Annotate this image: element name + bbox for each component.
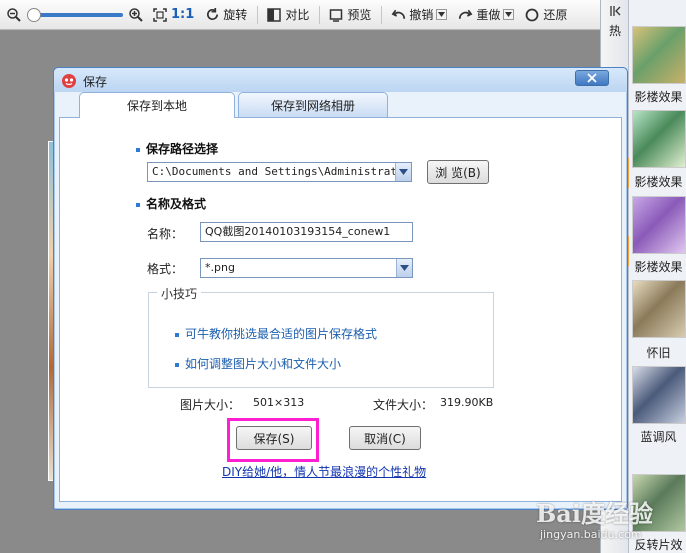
chevron-down-icon[interactable] (395, 163, 411, 181)
zoom-control: 1:1 (6, 7, 204, 23)
dialog-title: 保存 (83, 75, 108, 89)
effect-label: 影楼效果 (634, 175, 683, 189)
effect-thumbnail[interactable] (632, 366, 686, 424)
format-label: 格式： (147, 262, 184, 276)
file-size-label: 文件大小： (373, 398, 434, 412)
preview-icon (328, 7, 344, 23)
preview-label: 预览 (347, 8, 372, 22)
top-toolbar: 1:1 旋转 对比 预览 撤销 重做 还原 (0, 0, 600, 30)
save-dialog: 保存 保存到本地 保存到网络相册 保存路径选择 C:\Documents and… (53, 67, 628, 510)
redo-label: 重做 (476, 8, 501, 22)
name-label: 名称： (147, 227, 184, 241)
effect-label: 蓝调风 (640, 430, 677, 444)
effect-thumbnail[interactable] (632, 196, 686, 254)
format-select[interactable]: *.png (200, 258, 413, 278)
close-button[interactable] (575, 70, 609, 86)
compare-label: 对比 (285, 8, 310, 22)
save-path-combo[interactable]: C:\Documents and Settings\Administrator\… (147, 162, 412, 182)
undo-dropdown-icon[interactable] (436, 9, 448, 20)
restore-button[interactable]: 还原 (524, 6, 567, 23)
tab-hot[interactable]: 热 (601, 22, 629, 39)
redo-button[interactable]: 重做 (457, 6, 515, 23)
file-name-input[interactable]: QQ截图20140103193154_conew1 (200, 222, 413, 242)
rotate-label: 旋转 (223, 8, 248, 22)
dialog-title-bar[interactable]: 保存 (54, 68, 627, 92)
chevron-down-icon[interactable] (396, 259, 412, 277)
save-button-highlight (227, 418, 319, 462)
image-size-label: 图片大小： (180, 398, 241, 412)
promo-link[interactable]: DIY给她/他，情人节最浪漫的个性礼物 (222, 463, 426, 480)
image-size-value: 501×313 (253, 396, 305, 409)
restore-icon (524, 7, 540, 23)
undo-button[interactable]: 撤销 (390, 6, 448, 23)
tips-title: 小技巧 (157, 285, 202, 302)
compare-icon (266, 7, 282, 23)
close-icon (587, 73, 597, 83)
save-path-value: C:\Documents and Settings\Administrator\… (152, 165, 412, 178)
baidu-watermark-url: jingyan.baidu.com (540, 528, 642, 541)
redo-dropdown-icon[interactable] (503, 9, 515, 20)
cancel-button[interactable]: 取消(C) (349, 426, 421, 450)
toolbar-divider (381, 5, 383, 24)
actual-size-button[interactable]: 1:1 (171, 7, 194, 22)
collapse-panel-icon[interactable] (608, 4, 622, 18)
zoom-slider[interactable] (27, 7, 123, 22)
tab-save-local[interactable]: 保存到本地 (79, 92, 235, 118)
name-section-title: 名称及格式 (136, 195, 206, 212)
compare-button[interactable]: 对比 (266, 6, 309, 23)
rotate-icon (204, 7, 220, 23)
effect-label: 影楼效果 (634, 90, 683, 104)
undo-icon (390, 7, 406, 23)
restore-label: 还原 (543, 8, 568, 22)
preview-button[interactable]: 预览 (328, 6, 371, 23)
effect-label: 怀旧 (646, 346, 671, 360)
rotate-button[interactable]: 旋转 (204, 6, 247, 23)
browse-button[interactable]: 浏 览(B) (427, 160, 489, 184)
effect-thumbnail[interactable] (632, 26, 686, 84)
file-size-value: 319.90KB (440, 396, 494, 409)
zoom-slider-knob[interactable] (27, 7, 41, 22)
baidu-watermark: Bai度经验 (536, 499, 653, 528)
tip-link-resize[interactable]: 如何调整图片大小和文件大小 (175, 355, 341, 372)
effect-label: 影楼效果 (634, 260, 683, 274)
dialog-body: 保存路径选择 C:\Documents and Settings\Adminis… (59, 117, 622, 502)
effect-thumbnail[interactable] (632, 110, 686, 168)
toolbar-divider (319, 5, 321, 24)
zoom-in-icon[interactable] (128, 7, 144, 23)
toolbar-divider (257, 5, 259, 24)
redo-icon (457, 7, 473, 23)
tip-link-format[interactable]: 可牛教你挑选最合适的图片保存格式 (175, 325, 377, 342)
app-logo-icon (61, 73, 77, 89)
tab-save-album[interactable]: 保存到网络相册 (238, 92, 388, 117)
zoom-out-icon[interactable] (6, 7, 22, 23)
fit-screen-icon[interactable] (152, 7, 168, 23)
path-section-title: 保存路径选择 (136, 140, 218, 157)
undo-label: 撤销 (409, 8, 434, 22)
tips-box: 小技巧 可牛教你挑选最合适的图片保存格式 如何调整图片大小和文件大小 (148, 285, 494, 388)
effect-thumbnail[interactable] (632, 280, 686, 338)
format-value: *.png (205, 261, 235, 274)
